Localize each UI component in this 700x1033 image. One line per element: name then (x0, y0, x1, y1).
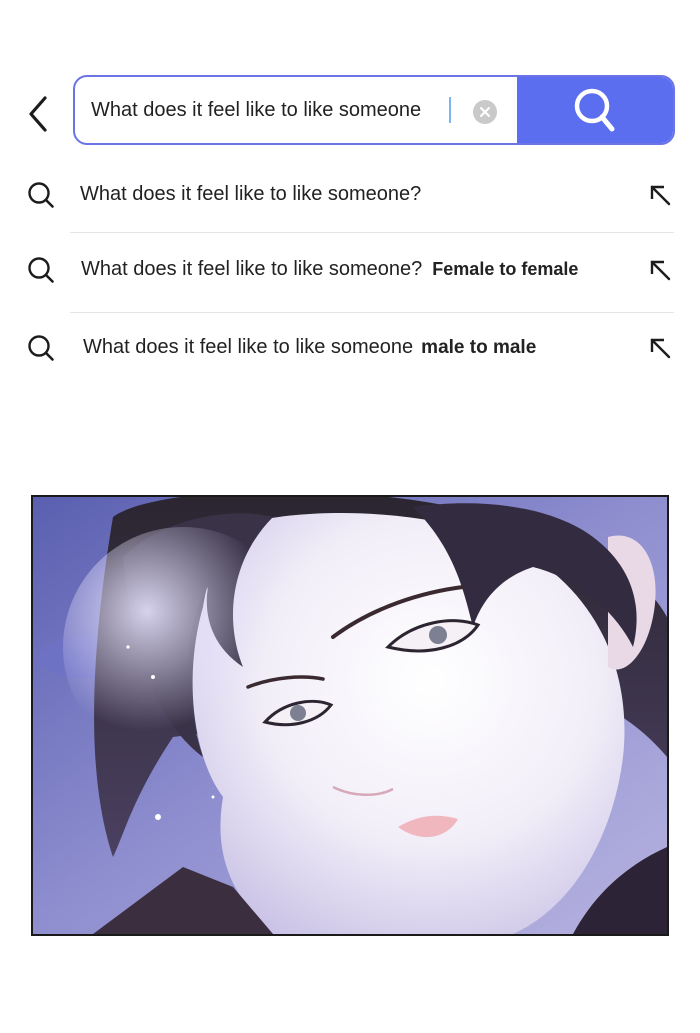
search-field[interactable] (75, 77, 519, 143)
suggestion-item[interactable]: What does it feel like to like someone? F… (0, 240, 700, 300)
character-illustration (33, 497, 667, 934)
search-icon (28, 182, 54, 208)
suggestion-item[interactable]: What does it feel like to like someone ma… (0, 318, 700, 378)
suggestion-text: What does it feel like to like someone ma… (83, 336, 536, 359)
search-icon (28, 257, 54, 283)
divider (70, 232, 674, 233)
clear-icon (480, 107, 490, 117)
chevron-left-icon (29, 96, 47, 132)
search-icon (574, 88, 615, 132)
suggestion-query: What does it feel like to like someone? (80, 183, 422, 205)
suggestion-query: What does it feel like to like someone? (81, 258, 423, 280)
arrow-up-left-icon[interactable] (648, 258, 674, 284)
text-caret (449, 97, 451, 123)
search-button[interactable] (517, 77, 673, 143)
suggestion-query: What does it feel like to like someone (83, 336, 414, 358)
suggestion-item[interactable]: What does it feel like to like someone? (0, 165, 700, 225)
suggestion-text: What does it feel like to like someone? (80, 183, 421, 206)
arrow-up-left-icon[interactable] (648, 183, 674, 209)
search-icon (28, 335, 54, 361)
suggestion-keyword: male to male (421, 337, 537, 358)
comic-panel-illustration (31, 495, 669, 936)
search-input[interactable] (91, 98, 451, 122)
search-bar (73, 75, 675, 145)
suggestion-keyword: Female to female (432, 259, 579, 279)
divider (70, 312, 674, 313)
arrow-up-left-icon[interactable] (648, 336, 674, 362)
suggestion-text: What does it feel like to like someone? F… (81, 258, 578, 281)
clear-button[interactable] (473, 100, 497, 124)
back-button[interactable] (18, 92, 58, 136)
